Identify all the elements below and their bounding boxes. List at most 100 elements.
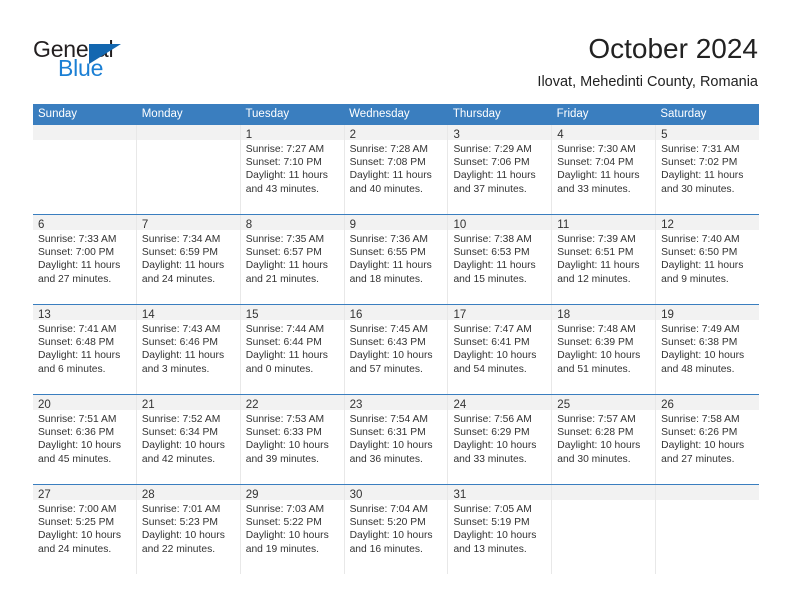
day-number-band: 11: [552, 215, 656, 231]
calendar-day-cell[interactable]: 8 Sunrise: 7:35 AM Sunset: 6:57 PM Daylight…: [240, 215, 345, 304]
day-number: 8: [245, 219, 253, 231]
day-number: 9: [349, 219, 356, 231]
daylight-text: Daylight: 11 hours and 0 minutes.: [245, 350, 328, 375]
calendar-week-row: 27 Sunrise: 7:00 AM Sunset: 5:25 PM Dayligh…: [33, 484, 760, 574]
calendar-day-cell[interactable]: 5 Sunrise: 7:31 AM Sunset: 7:02 PM Daylight…: [656, 125, 760, 214]
calendar-table: Sunday Monday Tuesday Wednesday Thursday Frid…: [33, 104, 760, 574]
day-number: 24: [453, 399, 467, 411]
sunrise-text: Sunrise: 7:43 AM: [141, 324, 221, 335]
sunrise-text: Sunrise: 7:54 AM: [349, 414, 428, 425]
daylight-text: Daylight: 10 hours and 22 minutes.: [141, 530, 225, 555]
sunset-text: Sunset: 6:55 PM: [349, 247, 426, 259]
sunset-text: Sunset: 6:29 PM: [453, 427, 530, 439]
day-sun-info: Sunrise: 7:33 AM Sunset: 7:00 PM Daylight:…: [33, 230, 136, 286]
sunset-text: Sunset: 6:33 PM: [245, 427, 322, 439]
daylight-text: Daylight: 10 hours and 45 minutes.: [38, 440, 121, 465]
day-number: 18: [557, 309, 571, 321]
calendar-day-cell[interactable]: 20 Sunrise: 7:51 AM Sunset: 6:36 PM Dayligh…: [33, 395, 137, 484]
day-number-band: 21: [136, 395, 240, 411]
calendar-day-cell[interactable]: 12 Sunrise: 7:40 AM Sunset: 6:50 PM Dayligh…: [656, 215, 760, 304]
daylight-text: Daylight: 11 hours and 27 minutes.: [38, 260, 121, 285]
day-sun-info: Sunrise: 7:56 AM Sunset: 6:29 PM Daylight:…: [448, 410, 551, 466]
day-sun-info: Sunrise: 7:38 AM Sunset: 6:53 PM Daylight:…: [448, 230, 551, 286]
day-number: 7: [141, 219, 149, 231]
calendar-day-cell[interactable]: 3 Sunrise: 7:29 AM Sunset: 7:06 PM Daylight…: [448, 125, 553, 214]
calendar-day-cell[interactable]: 26 Sunrise: 7:58 AM Sunset: 6:26 PM Dayligh…: [656, 395, 760, 484]
calendar-day-cell[interactable]: 29 Sunrise: 7:03 AM Sunset: 5:22 PM Dayligh…: [240, 485, 345, 574]
sunset-text: Sunset: 5:23 PM: [141, 517, 218, 529]
general-blue-logo[interactable]: General Blue: [33, 36, 223, 88]
day-sun-info: Sunrise: 7:57 AM Sunset: 6:28 PM Daylight:…: [552, 410, 655, 466]
calendar-day-cell[interactable]: 31 Sunrise: 7:05 AM Sunset: 5:19 PM Dayligh…: [448, 485, 553, 574]
day-number-band: 5: [656, 125, 760, 141]
calendar-day-cell[interactable]: 21 Sunrise: 7:52 AM Sunset: 6:34 PM Dayligh…: [136, 395, 241, 484]
daylight-text: Daylight: 11 hours and 24 minutes.: [141, 260, 225, 285]
sunset-text: Sunset: 7:04 PM: [557, 157, 634, 169]
sunrise-text: Sunrise: 7:35 AM: [245, 234, 325, 245]
sunrise-text: Sunrise: 7:41 AM: [38, 324, 117, 335]
calendar-day-cell[interactable]: 7 Sunrise: 7:34 AM Sunset: 6:59 PM Daylight…: [136, 215, 241, 304]
sunrise-text: Sunrise: 7:00 AM: [38, 504, 117, 515]
daylight-text: Daylight: 11 hours and 15 minutes.: [453, 260, 536, 285]
day-sun-info: Sunrise: 7:53 AM Sunset: 6:33 PM Daylight:…: [241, 410, 344, 466]
sunset-text: Sunset: 6:39 PM: [557, 337, 634, 349]
day-number-band: 26: [656, 395, 760, 411]
calendar-day-cell[interactable]: 27 Sunrise: 7:00 AM Sunset: 5:25 PM Dayligh…: [33, 485, 137, 574]
calendar-day-cell[interactable]: 10 Sunrise: 7:38 AM Sunset: 6:53 PM Dayligh…: [448, 215, 553, 304]
calendar-day-cell[interactable]: 28 Sunrise: 7:01 AM Sunset: 5:23 PM Dayligh…: [136, 485, 241, 574]
sunset-text: Sunset: 6:28 PM: [557, 427, 634, 439]
calendar-day-cell[interactable]: 15 Sunrise: 7:44 AM Sunset: 6:44 PM Dayligh…: [240, 305, 345, 394]
sunset-text: Sunset: 6:36 PM: [38, 427, 115, 439]
calendar-day-cell[interactable]: 30 Sunrise: 7:04 AM Sunset: 5:20 PM Dayligh…: [344, 485, 449, 574]
calendar-day-cell[interactable]: 11 Sunrise: 7:39 AM Sunset: 6:51 PM Dayligh…: [552, 215, 657, 304]
calendar-day-cell[interactable]: 6 Sunrise: 7:33 AM Sunset: 7:00 PM Daylight…: [33, 215, 137, 304]
day-number-band: 2: [344, 125, 448, 141]
daylight-text: Daylight: 10 hours and 16 minutes.: [349, 530, 433, 555]
location-subtitle: Ilovat, Mehedinti County, Romania: [537, 74, 758, 90]
sunrise-text: Sunrise: 7:53 AM: [245, 414, 325, 425]
calendar-day-cell[interactable]: 25 Sunrise: 7:57 AM Sunset: 6:28 PM Dayligh…: [552, 395, 657, 484]
calendar-day-cell[interactable]: 2 Sunrise: 7:28 AM Sunset: 7:08 PM Daylight…: [344, 125, 449, 214]
calendar-day-cell[interactable]: 9 Sunrise: 7:36 AM Sunset: 6:55 PM Daylight…: [344, 215, 449, 304]
calendar-day-cell[interactable]: 13 Sunrise: 7:41 AM Sunset: 6:48 PM Dayligh…: [33, 305, 137, 394]
day-number-band: 8: [240, 215, 344, 231]
calendar-day-cell[interactable]: 16 Sunrise: 7:45 AM Sunset: 6:43 PM Dayligh…: [344, 305, 449, 394]
day-sun-info: Sunrise: 7:49 AM Sunset: 6:38 PM Daylight:…: [656, 320, 759, 376]
logo-text-blue: Blue: [58, 55, 104, 81]
day-number-band: 1: [240, 125, 344, 141]
calendar-day-cell[interactable]: 14 Sunrise: 7:43 AM Sunset: 6:46 PM Dayligh…: [136, 305, 241, 394]
day-number: 6: [38, 219, 45, 231]
day-number: 5: [661, 129, 668, 141]
calendar-day-cell[interactable]: 17 Sunrise: 7:47 AM Sunset: 6:41 PM Dayligh…: [448, 305, 553, 394]
weekday-header-friday: Friday: [556, 108, 589, 120]
day-number-band: 27: [33, 485, 136, 501]
day-number: 16: [349, 309, 363, 321]
day-number: 30: [349, 489, 363, 501]
day-sun-info: Sunrise: 7:58 AM Sunset: 6:26 PM Daylight:…: [656, 410, 759, 466]
calendar-day-cell[interactable]: 23 Sunrise: 7:54 AM Sunset: 6:31 PM Dayligh…: [344, 395, 449, 484]
calendar-day-cell[interactable]: 24 Sunrise: 7:56 AM Sunset: 6:29 PM Dayligh…: [448, 395, 553, 484]
day-number-band: [656, 485, 760, 500]
calendar-day-cell[interactable]: 19 Sunrise: 7:49 AM Sunset: 6:38 PM Dayligh…: [656, 305, 760, 394]
sunset-text: Sunset: 5:25 PM: [38, 517, 115, 529]
daylight-text: Daylight: 11 hours and 18 minutes.: [349, 260, 432, 285]
sunrise-text: Sunrise: 7:30 AM: [557, 144, 636, 155]
day-number-band: 24: [448, 395, 552, 411]
day-number: 25: [557, 399, 571, 411]
day-number-band: 15: [240, 305, 344, 321]
calendar-week-row: 6 Sunrise: 7:33 AM Sunset: 7:00 PM Daylight…: [33, 214, 760, 304]
daylight-text: Daylight: 10 hours and 19 minutes.: [245, 530, 329, 555]
sunset-text: Sunset: 6:38 PM: [661, 337, 738, 349]
calendar-day-cell[interactable]: 1 Sunrise: 7:27 AM Sunset: 7:10 PM Daylight…: [240, 125, 345, 214]
calendar-day-cell[interactable]: 18 Sunrise: 7:48 AM Sunset: 6:39 PM Dayligh…: [552, 305, 657, 394]
day-number: 20: [38, 399, 51, 411]
day-number-band: 19: [656, 305, 760, 321]
sunrise-text: Sunrise: 7:48 AM: [557, 324, 636, 335]
sunset-text: Sunset: 6:26 PM: [661, 427, 738, 439]
day-number: 13: [38, 309, 51, 321]
calendar-day-cell[interactable]: 4 Sunrise: 7:30 AM Sunset: 7:04 PM Daylight…: [552, 125, 657, 214]
daylight-text: Daylight: 11 hours and 12 minutes.: [557, 260, 640, 285]
calendar-day-cell[interactable]: 22 Sunrise: 7:53 AM Sunset: 6:33 PM Dayligh…: [240, 395, 345, 484]
sunset-text: Sunset: 6:48 PM: [38, 337, 115, 349]
daylight-text: Daylight: 11 hours and 6 minutes.: [38, 350, 121, 375]
